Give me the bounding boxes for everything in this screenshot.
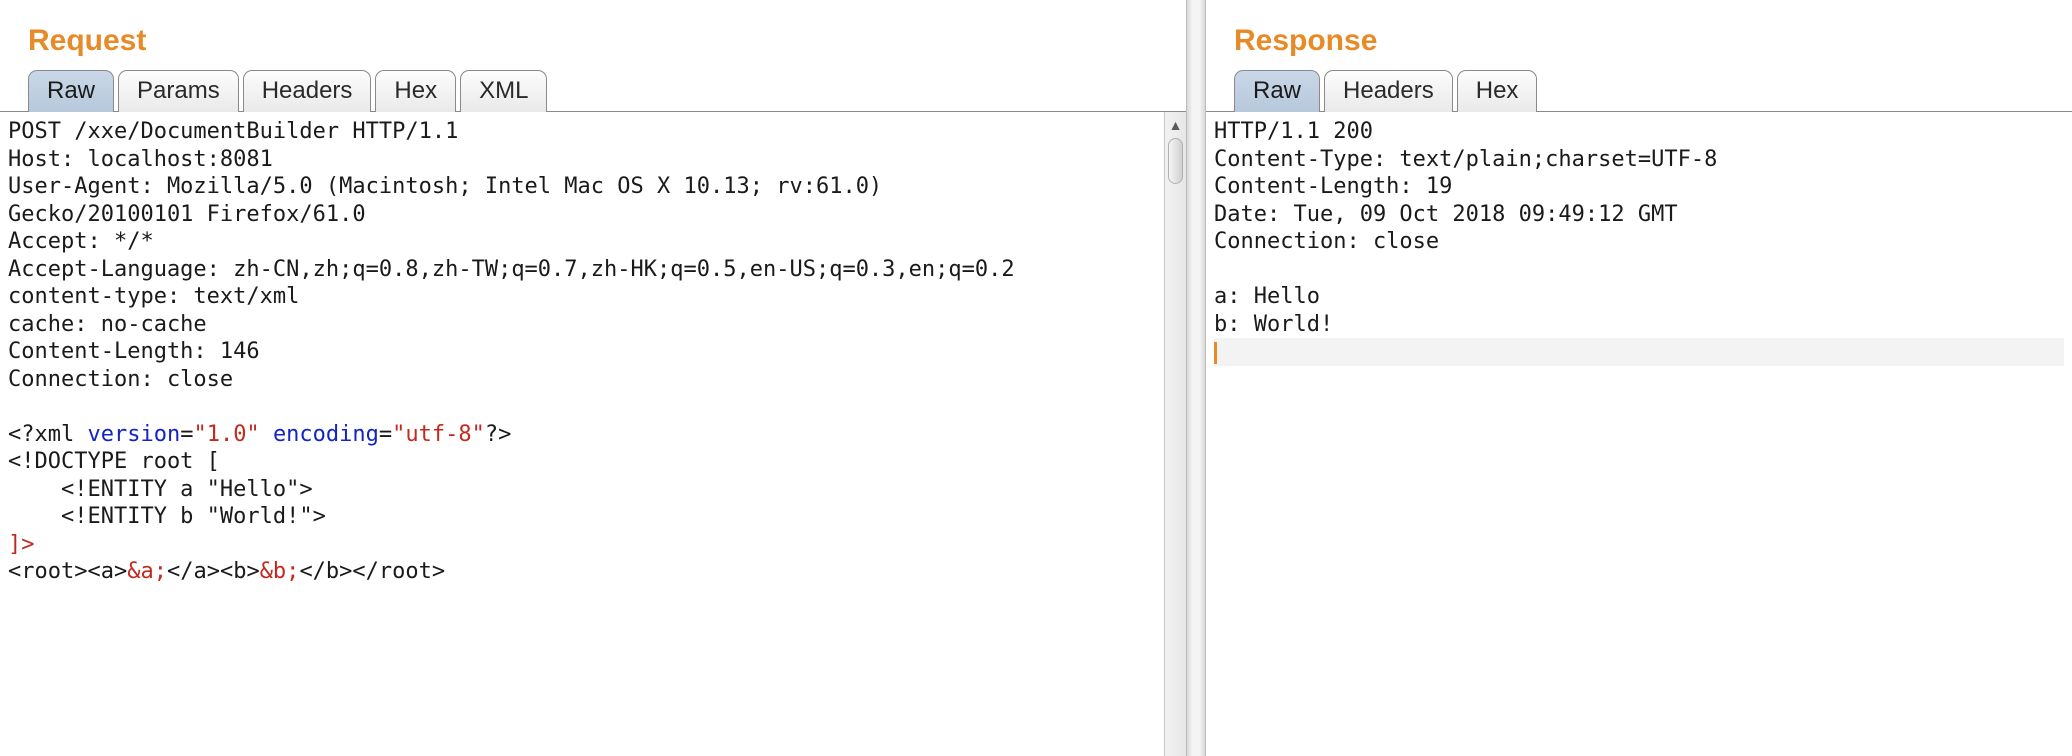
request-title: Request <box>28 24 1186 58</box>
tab-request-headers[interactable]: Headers <box>243 70 372 112</box>
res-l7: b: World! <box>1214 312 1333 337</box>
split-container: Request Raw Params Headers Hex XML POST … <box>0 0 2072 756</box>
response-caret-line <box>1214 338 2064 366</box>
req-xml-version-val: "1.0" <box>193 422 259 447</box>
req-l6: Accept-Language: zh-CN,zh;q=0.8,zh-TW;q=… <box>8 257 1015 282</box>
res-l3: Content-Length: 19 <box>1214 174 1452 199</box>
response-tab-row: Raw Headers Hex <box>1234 70 2072 112</box>
req-xml-eq1: = <box>180 422 193 447</box>
req-xml-ent-a: &a; <box>127 559 167 584</box>
req-xml-decl-open: <?xml <box>8 422 87 447</box>
res-l5: Connection: close <box>1214 229 1439 254</box>
req-xml-doctype: <!DOCTYPE root [ <box>8 449 220 474</box>
req-l7: content-type: text/xml <box>8 284 299 309</box>
scroll-up-icon[interactable]: ▲ <box>1165 116 1186 134</box>
res-l6: a: Hello <box>1214 284 1320 309</box>
tab-response-headers[interactable]: Headers <box>1324 70 1453 112</box>
response-panel: Response Raw Headers Hex HTTP/1.1 200 Co… <box>1206 0 2072 756</box>
tab-response-hex[interactable]: Hex <box>1457 70 1538 112</box>
request-content-wrap: POST /xxe/DocumentBuilder HTTP/1.1 Host:… <box>0 111 1186 756</box>
req-xml-eq2: = <box>379 422 392 447</box>
text-caret-icon <box>1214 342 1217 364</box>
req-xml-close-b-root: </b></root> <box>299 559 445 584</box>
req-xml-entity-a: <!ENTITY a "Hello"> <box>8 477 313 502</box>
request-scrollbar[interactable]: ▲ <box>1164 112 1186 756</box>
req-l10: Connection: close <box>8 367 233 392</box>
tab-response-raw[interactable]: Raw <box>1234 70 1320 112</box>
req-xml-entity-b: <!ENTITY b "World!"> <box>8 504 326 529</box>
response-raw-content[interactable]: HTTP/1.1 200 Content-Type: text/plain;ch… <box>1206 112 2072 756</box>
req-l5: Accept: */* <box>8 229 154 254</box>
response-title: Response <box>1234 24 2072 58</box>
req-xml-sp1 <box>260 422 273 447</box>
res-l4: Date: Tue, 09 Oct 2018 09:49:12 GMT <box>1214 202 1678 227</box>
req-l3: User-Agent: Mozilla/5.0 (Macintosh; Inte… <box>8 174 882 199</box>
scroll-thumb[interactable] <box>1168 138 1183 184</box>
req-xml-ent-b: &b; <box>260 559 300 584</box>
request-raw-content[interactable]: POST /xxe/DocumentBuilder HTTP/1.1 Host:… <box>0 112 1164 756</box>
tab-request-raw[interactable]: Raw <box>28 70 114 112</box>
tab-request-xml[interactable]: XML <box>460 70 547 112</box>
request-tab-row: Raw Params Headers Hex XML <box>28 70 1186 112</box>
req-xml-encoding-name: encoding <box>273 422 379 447</box>
res-l2: Content-Type: text/plain;charset=UTF-8 <box>1214 147 1717 172</box>
req-xml-decl-close: ?> <box>485 422 512 447</box>
tab-request-params[interactable]: Params <box>118 70 239 112</box>
req-xml-doctype-close: ]> <box>8 532 35 557</box>
req-l2: Host: localhost:8081 <box>8 147 273 172</box>
req-l4: Gecko/20100101 Firefox/61.0 <box>8 202 366 227</box>
req-xml-close-a-open-b: </a><b> <box>167 559 260 584</box>
request-panel: Request Raw Params Headers Hex XML POST … <box>0 0 1186 756</box>
tab-request-hex[interactable]: Hex <box>375 70 456 112</box>
response-content-wrap: HTTP/1.1 200 Content-Type: text/plain;ch… <box>1206 111 2072 756</box>
req-l1: POST /xxe/DocumentBuilder HTTP/1.1 <box>8 119 458 144</box>
req-l8: cache: no-cache <box>8 312 207 337</box>
split-divider[interactable] <box>1186 0 1206 756</box>
req-xml-version-name: version <box>87 422 180 447</box>
req-xml-root-a: <root><a> <box>8 559 127 584</box>
req-l9: Content-Length: 146 <box>8 339 260 364</box>
req-xml-encoding-val: "utf-8" <box>392 422 485 447</box>
res-l1: HTTP/1.1 200 <box>1214 119 1373 144</box>
